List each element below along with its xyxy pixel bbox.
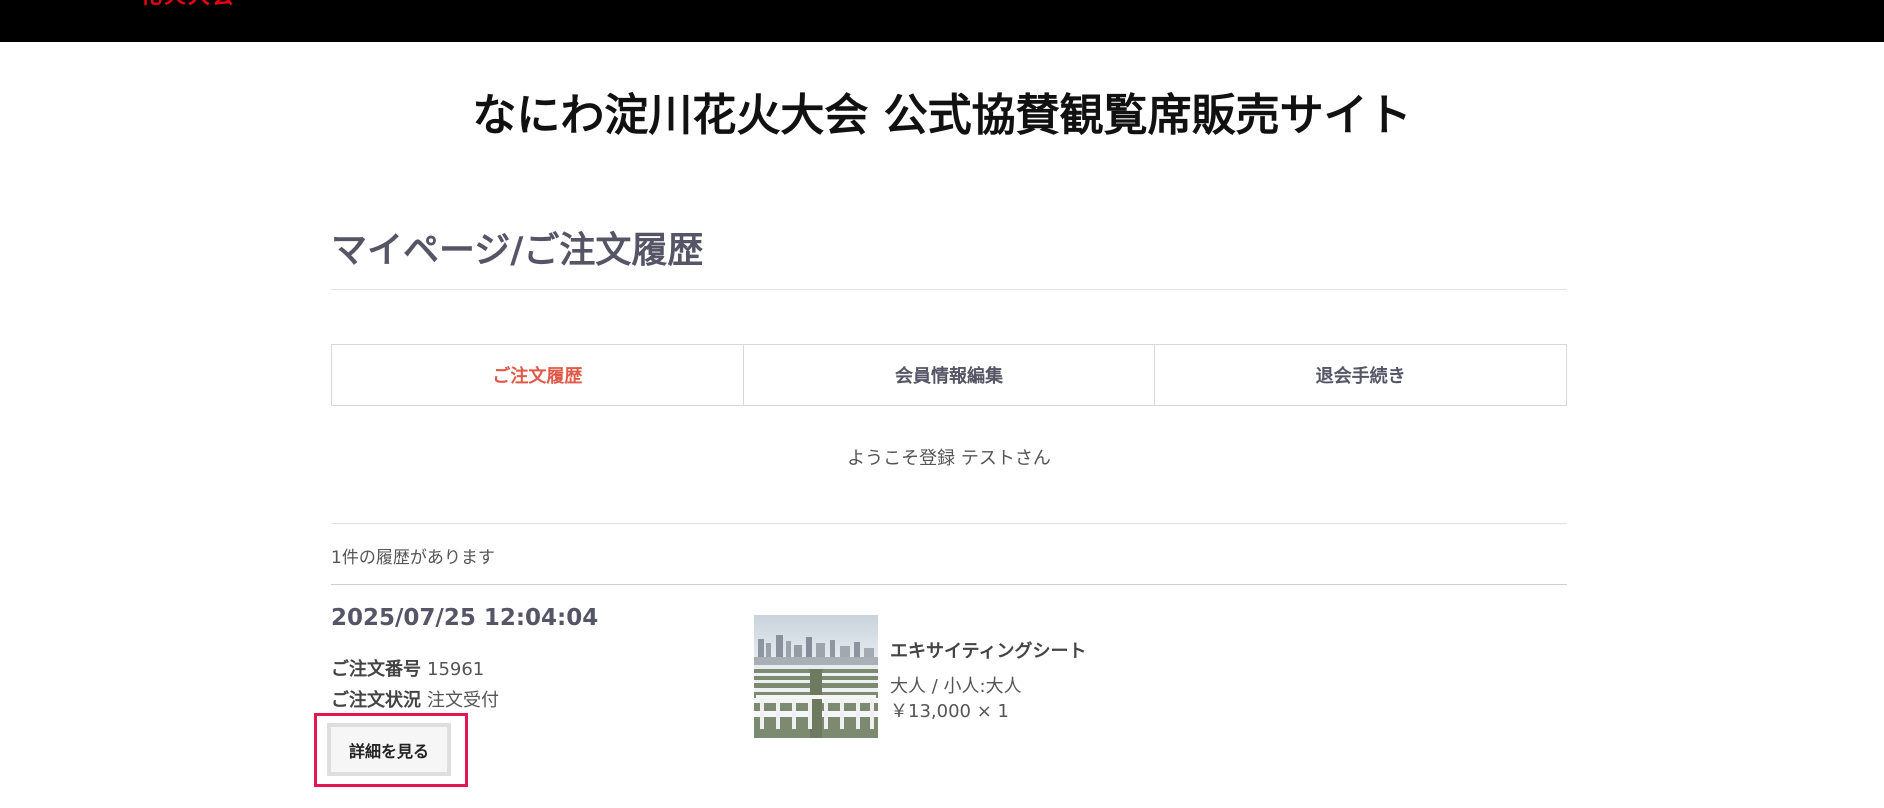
product-photo (754, 615, 878, 738)
tab-order-history[interactable]: ご注文履歴 (332, 345, 744, 405)
heading-divider (331, 289, 1567, 290)
order-number: ご注文番号 15961 (331, 655, 484, 681)
order-number-label: ご注文番号 (331, 659, 421, 680)
product-thumbnail (754, 615, 878, 738)
top-header-bar: 花火大会 (0, 0, 1884, 42)
welcome-message: ようこそ登録 テストさん (847, 448, 1051, 469)
order-status-label: ご注文状況 (331, 690, 421, 711)
list-divider (331, 584, 1567, 585)
order-status: ご注文状況 注文受付 (331, 686, 499, 712)
site-title: なにわ淀川花火大会 公式協賛観覧席販売サイト (472, 90, 1412, 141)
product-price: ￥13,000 × 1 (890, 701, 1009, 722)
tab-withdrawal[interactable]: 退会手続き (1155, 345, 1566, 405)
page-title: マイページ/ご注文履歴 (331, 230, 704, 271)
product-name: エキサイティングシート (890, 641, 1087, 662)
tab-member-info-edit[interactable]: 会員情報編集 (744, 345, 1156, 405)
history-count: 1件の履歴があります (331, 548, 495, 568)
order-status-value: 注文受付 (427, 690, 499, 711)
mypage-tabs: ご注文履歴 会員情報編集 退会手続き (331, 344, 1567, 406)
site-logo[interactable]: 花火大会 (140, 0, 236, 8)
section-divider (331, 523, 1567, 524)
view-details-button[interactable]: 詳細を見る (327, 723, 451, 776)
order-datetime: 2025/07/25 12:04:04 (331, 605, 599, 631)
product-ticket-type: 大人 / 小人:大人 (890, 676, 1022, 697)
order-number-value: 15961 (427, 659, 485, 680)
